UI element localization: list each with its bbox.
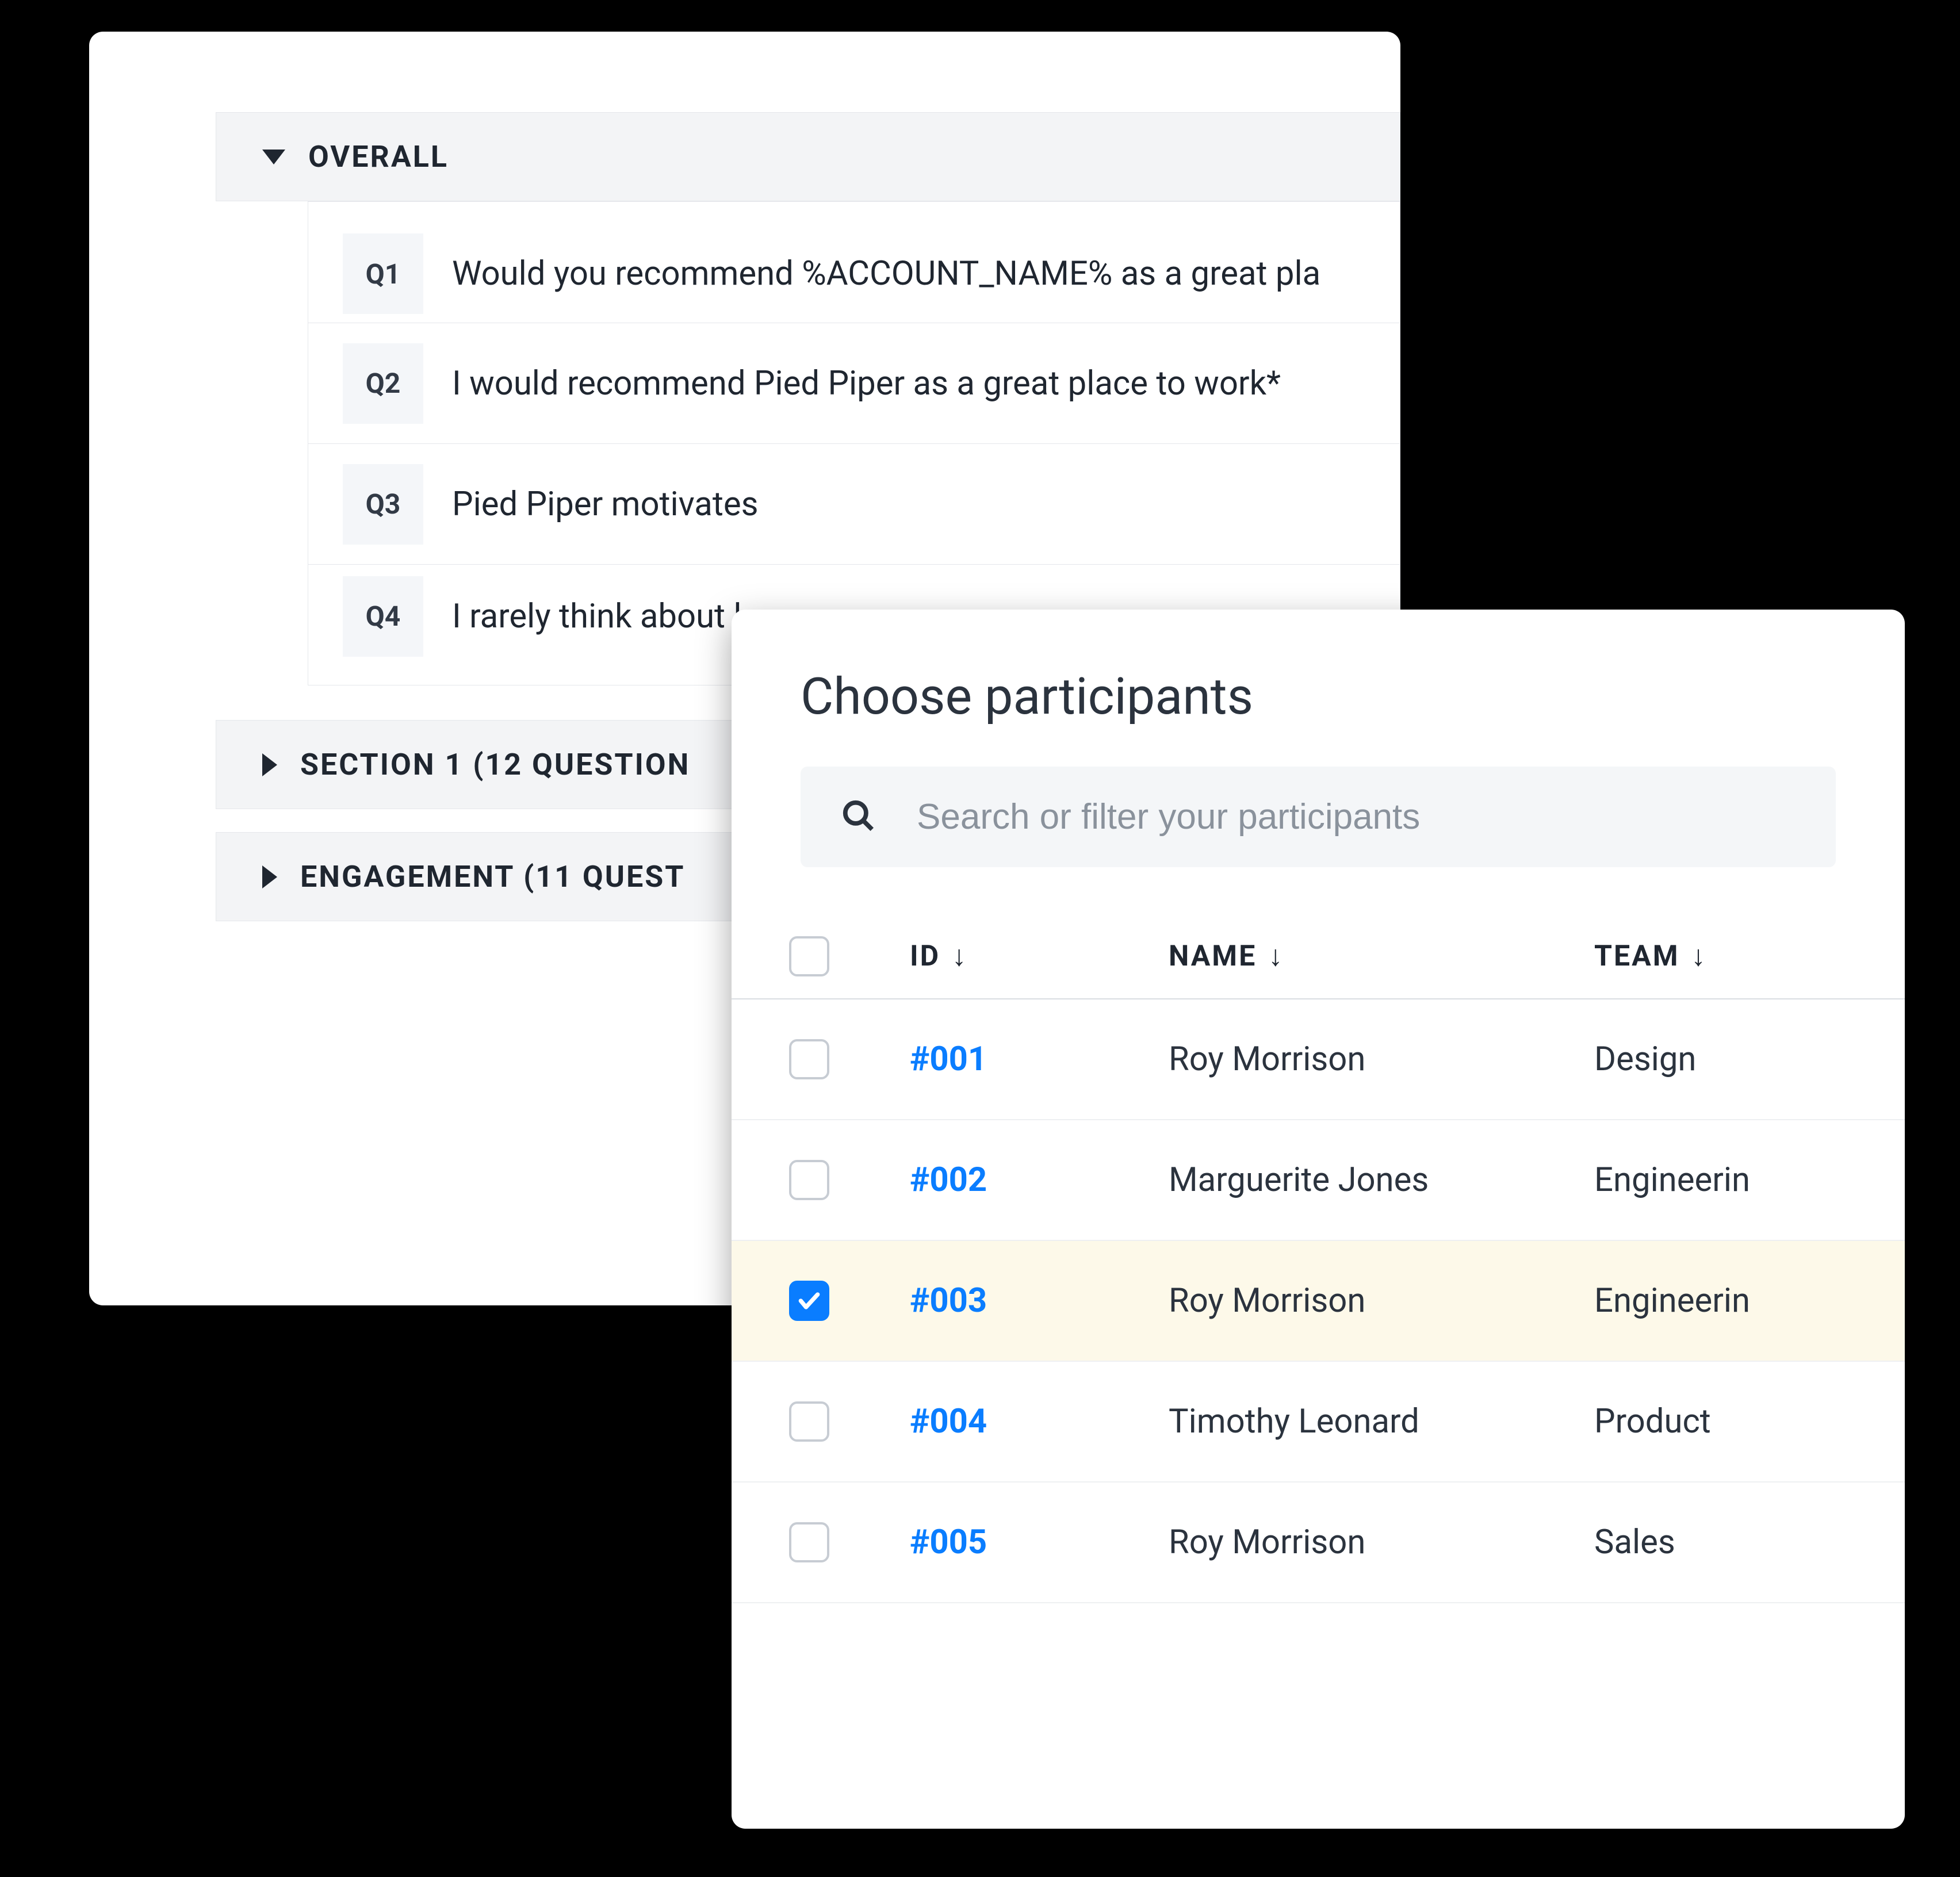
participant-row[interactable]: #001 Roy Morrison Design bbox=[732, 999, 1905, 1120]
row-checkbox[interactable] bbox=[789, 1401, 829, 1442]
row-checkbox[interactable] bbox=[789, 1522, 829, 1562]
participants-search-input[interactable] bbox=[917, 796, 1796, 837]
participant-team: Product bbox=[1594, 1402, 1905, 1441]
participant-team: Design bbox=[1594, 1040, 1905, 1079]
question-badge: Q4 bbox=[343, 576, 423, 657]
section-title: OVERALL bbox=[308, 139, 449, 174]
question-badge: Q3 bbox=[343, 464, 423, 545]
question-row[interactable]: Q2 I would recommend Pied Piper as a gre… bbox=[308, 323, 1400, 443]
question-badge: Q1 bbox=[343, 233, 423, 314]
column-label: NAME bbox=[1169, 940, 1257, 973]
participants-panel: Choose participants ID ↓ NAME ↓ TEAM ↓ bbox=[732, 610, 1905, 1829]
question-row[interactable]: Q1 Would you recommend %ACCOUNT_NAME% as… bbox=[308, 202, 1400, 323]
section-title: SECTION 1 (12 QUESTION bbox=[300, 747, 690, 782]
participant-id: #001 bbox=[910, 1040, 1169, 1079]
participant-name: Roy Morrison bbox=[1169, 1523, 1594, 1562]
column-team[interactable]: TEAM ↓ bbox=[1594, 940, 1905, 973]
column-id[interactable]: ID ↓ bbox=[910, 940, 1169, 973]
question-text: Would you recommend %ACCOUNT_NAME% as a … bbox=[452, 254, 1320, 293]
question-text: I rarely think about l bbox=[452, 597, 742, 636]
participant-name: Marguerite Jones bbox=[1169, 1160, 1594, 1200]
sort-down-icon: ↓ bbox=[1691, 942, 1707, 971]
question-text: I would recommend Pied Piper as a great … bbox=[452, 364, 1281, 403]
participant-row[interactable]: #004 Timothy Leonard Product bbox=[732, 1362, 1905, 1483]
participant-id: #002 bbox=[910, 1160, 1169, 1200]
column-name[interactable]: NAME ↓ bbox=[1169, 940, 1594, 973]
select-all-cell bbox=[789, 936, 910, 976]
participants-search[interactable] bbox=[801, 767, 1836, 867]
question-text: Pied Piper motivates bbox=[452, 485, 759, 524]
section-header-overall[interactable]: OVERALL bbox=[216, 112, 1400, 201]
participant-team: Engineerin bbox=[1594, 1281, 1905, 1320]
question-row[interactable]: Q3 Pied Piper motivates bbox=[308, 443, 1400, 564]
participants-header-row: ID ↓ NAME ↓ TEAM ↓ bbox=[732, 913, 1905, 999]
search-icon bbox=[841, 798, 876, 836]
section-title: ENGAGEMENT (11 QUEST bbox=[300, 859, 685, 894]
participant-name: Roy Morrison bbox=[1169, 1281, 1594, 1320]
participant-row[interactable]: #003 Roy Morrison Engineerin bbox=[732, 1241, 1905, 1362]
participant-team: Sales bbox=[1594, 1523, 1905, 1562]
participants-table: ID ↓ NAME ↓ TEAM ↓ #001 Roy Morrison Des… bbox=[732, 913, 1905, 1829]
row-checkbox[interactable] bbox=[789, 1160, 829, 1200]
participant-row[interactable]: #002 Marguerite Jones Engineerin bbox=[732, 1120, 1905, 1241]
row-checkbox[interactable] bbox=[789, 1039, 829, 1079]
participant-team: Engineerin bbox=[1594, 1160, 1905, 1200]
row-checkbox[interactable] bbox=[789, 1281, 829, 1321]
participant-id: #004 bbox=[910, 1402, 1169, 1441]
sort-down-icon: ↓ bbox=[952, 942, 968, 971]
column-label: TEAM bbox=[1594, 940, 1679, 973]
participants-title: Choose participants bbox=[801, 667, 1836, 726]
select-all-checkbox[interactable] bbox=[789, 936, 829, 976]
participant-id: #003 bbox=[910, 1281, 1169, 1320]
sort-down-icon: ↓ bbox=[1268, 942, 1284, 971]
participant-name: Roy Morrison bbox=[1169, 1040, 1594, 1079]
participant-row[interactable]: #005 Roy Morrison Sales bbox=[732, 1483, 1905, 1603]
question-badge: Q2 bbox=[343, 343, 423, 424]
chevron-down-icon bbox=[262, 150, 285, 164]
participant-name: Timothy Leonard bbox=[1169, 1402, 1594, 1441]
participant-id: #005 bbox=[910, 1523, 1169, 1562]
chevron-right-icon bbox=[262, 753, 277, 776]
chevron-right-icon bbox=[262, 865, 277, 888]
column-label: ID bbox=[910, 940, 940, 973]
